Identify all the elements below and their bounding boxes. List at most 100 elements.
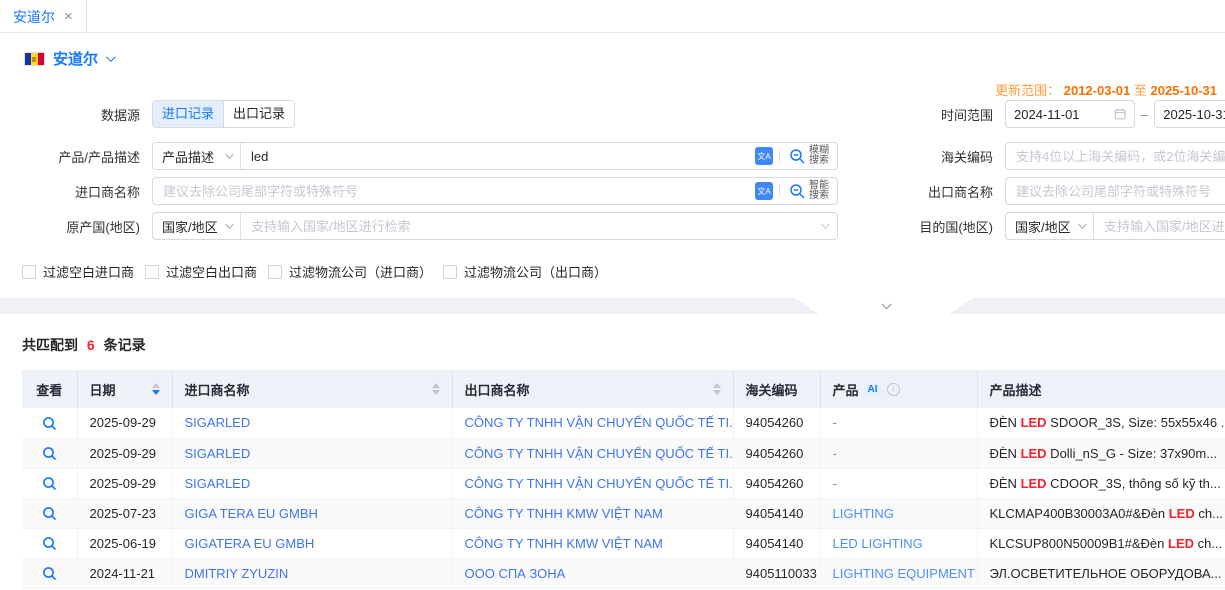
hs-code-input[interactable] <box>1006 143 1225 169</box>
table-row[interactable]: 2025-07-23 GIGA TERA EU GMBH CÔNG TY TNH… <box>22 498 1225 528</box>
fuzzy-search-label-2: 搜索 <box>809 155 829 166</box>
date-from-field[interactable] <box>1005 100 1135 128</box>
translate-icon[interactable]: 文A <box>755 182 773 200</box>
view-record-button[interactable] <box>42 476 57 491</box>
collapse-panel-button[interactable] <box>795 298 973 314</box>
exporter-link[interactable]: CÔNG TY TNHH KMW VIỆT NAM <box>465 506 663 521</box>
checkbox-icon[interactable] <box>268 265 282 279</box>
sort-asc-icon[interactable] <box>432 383 440 388</box>
exporter-link[interactable]: CÔNG TY TNHH VẬN CHUYỂN QUỐC TẾ TI... <box>465 415 734 430</box>
product-link[interactable]: LIGHTING <box>833 506 894 521</box>
checkbox-filter-logistics-importer[interactable]: 过滤物流公司（进口商） <box>268 262 432 281</box>
data-source-label: 数据源 <box>0 105 152 124</box>
cell-date: 2025-09-29 <box>77 438 172 468</box>
magnifier-icon <box>42 506 57 521</box>
checkbox-icon[interactable] <box>145 265 159 279</box>
checkbox-icon[interactable] <box>443 265 457 279</box>
column-header-description: 产品描述 <box>977 370 1225 408</box>
cell-hs-code: 94054260 <box>733 468 820 498</box>
exporter-link[interactable]: ООО СПА ЗОНА <box>465 566 566 581</box>
destination-country-label: 目的国(地区) <box>853 217 1005 236</box>
checkbox-icon[interactable] <box>22 265 36 279</box>
smart-search-button[interactable]: 智能搜索 <box>780 181 837 201</box>
cell-date: 2025-09-29 <box>77 408 172 438</box>
sort-desc-icon[interactable] <box>432 390 440 395</box>
origin-country-input[interactable] <box>241 213 821 239</box>
fuzzy-search-button[interactable]: 模糊搜索 <box>780 146 837 166</box>
origin-country-select[interactable]: 国家/地区 <box>153 213 241 239</box>
sort-control-date[interactable] <box>152 383 160 395</box>
keyword-highlight: LED <box>1021 415 1047 430</box>
view-record-button[interactable] <box>42 506 57 521</box>
importer-link[interactable]: SIGARLED <box>185 476 251 491</box>
importer-link[interactable]: SIGARLED <box>185 415 251 430</box>
info-icon[interactable]: i <box>887 383 900 396</box>
cell-hs-code: 94054260 <box>733 408 820 438</box>
sort-asc-icon[interactable] <box>713 383 721 388</box>
magnifier-icon <box>42 566 57 581</box>
importer-input[interactable] <box>153 178 749 204</box>
sort-control-importer[interactable] <box>432 383 440 395</box>
exporter-field <box>1005 177 1225 205</box>
table-row[interactable]: 2025-09-29 SIGARLED CÔNG TY TNHH VẬN CHU… <box>22 468 1225 498</box>
hs-code-label: 海关编码 <box>853 147 1005 166</box>
view-record-button[interactable] <box>42 416 57 431</box>
filter-checkboxes: 过滤空白进口商 过滤空白出口商 过滤物流公司（进口商） 过滤物流公司（出口商） <box>22 262 607 281</box>
checkbox-filter-blank-exporter[interactable]: 过滤空白出口商 <box>145 262 257 281</box>
sort-control-exporter[interactable] <box>713 383 721 395</box>
tab-import-records[interactable]: 进口记录 <box>153 101 223 127</box>
table-row[interactable]: 2024-11-21 DMITRIY ZYUZIN ООО СПА ЗОНА 9… <box>22 558 1225 588</box>
tab-bar: 安道尔 × <box>0 0 1225 33</box>
exporter-link[interactable]: CÔNG TY TNHH VẬN CHUYỂN QUỐC TẾ TI... <box>465 476 734 491</box>
view-record-button[interactable] <box>42 446 57 461</box>
column-header-date-label: 日期 <box>90 380 116 399</box>
table-row[interactable]: 2025-09-29 SIGARLED CÔNG TY TNHH VẬN CHU… <box>22 438 1225 468</box>
update-range: 更新范围： 2012-03-01 至 2025-10-31 <box>995 80 1217 99</box>
exporter-input[interactable] <box>1006 178 1225 204</box>
importer-link[interactable]: SIGARLED <box>185 446 251 461</box>
view-cell <box>22 438 77 468</box>
table-row[interactable]: 2025-06-19 GIGATERA EU GMBH CÔNG TY TNHH… <box>22 528 1225 558</box>
date-to-field[interactable] <box>1154 100 1225 128</box>
importer-link[interactable]: GIGATERA EU GMBH <box>185 536 315 551</box>
close-icon[interactable]: × <box>64 9 73 24</box>
product-link[interactable]: LIGHTING EQUIPMENT <box>833 566 975 581</box>
table-row[interactable]: 2025-09-29 SIGARLED CÔNG TY TNHH VẬN CHU… <box>22 408 1225 438</box>
view-record-button[interactable] <box>42 536 57 551</box>
checkbox-label: 过滤空白进口商 <box>43 262 134 281</box>
view-record-button[interactable] <box>42 566 57 581</box>
sort-desc-icon[interactable] <box>713 390 721 395</box>
summary-suffix: 条记录 <box>104 337 146 353</box>
update-range-label: 更新范围： <box>995 83 1060 98</box>
hs-code-field <box>1005 142 1225 170</box>
exporter-link[interactable]: CÔNG TY TNHH VẬN CHUYỂN QUỐC TẾ TI... <box>465 446 734 461</box>
tab-andorra[interactable]: 安道尔 × <box>0 0 87 33</box>
sort-asc-icon[interactable] <box>152 383 160 388</box>
destination-country-select[interactable]: 国家/地区 <box>1006 213 1094 239</box>
date-to-input[interactable] <box>1163 107 1225 122</box>
destination-country-row: 目的国(地区) 国家/地区 <box>853 212 1225 240</box>
product-search-input[interactable] <box>241 143 749 169</box>
product-label: 产品/产品描述 <box>0 147 152 166</box>
keyword-highlight: LED <box>1169 506 1195 521</box>
country-header: 安道尔 <box>0 33 1225 80</box>
checkbox-filter-logistics-exporter[interactable]: 过滤物流公司（出口商） <box>443 262 607 281</box>
product-type-select[interactable]: 产品描述 <box>153 143 241 169</box>
translate-icon[interactable]: 文A <box>755 147 773 165</box>
importer-link[interactable]: DMITRIY ZYUZIN <box>185 566 289 581</box>
destination-country-input[interactable] <box>1094 213 1225 239</box>
country-selector[interactable]: 安道尔 <box>53 48 98 69</box>
date-from-input[interactable] <box>1014 107 1114 122</box>
chevron-down-icon[interactable] <box>821 220 829 228</box>
chevron-down-icon[interactable] <box>106 52 116 62</box>
cell-description: KLCMAP400B30003A0#&Đèn LED ch... <box>977 498 1225 528</box>
origin-country-label: 原产国(地区) <box>0 217 152 236</box>
hs-code-row: 海关编码 <box>853 142 1225 170</box>
filter-panel: 更新范围： 2012-03-01 至 2025-10-31 数据源 进口记录 出… <box>0 80 1225 298</box>
exporter-link[interactable]: CÔNG TY TNHH KMW VIỆT NAM <box>465 536 663 551</box>
checkbox-filter-blank-importer[interactable]: 过滤空白进口商 <box>22 262 134 281</box>
product-link[interactable]: LED LIGHTING <box>833 536 923 551</box>
sort-desc-icon[interactable] <box>152 390 160 395</box>
importer-link[interactable]: GIGA TERA EU GMBH <box>185 506 318 521</box>
tab-export-records[interactable]: 出口记录 <box>223 101 294 127</box>
